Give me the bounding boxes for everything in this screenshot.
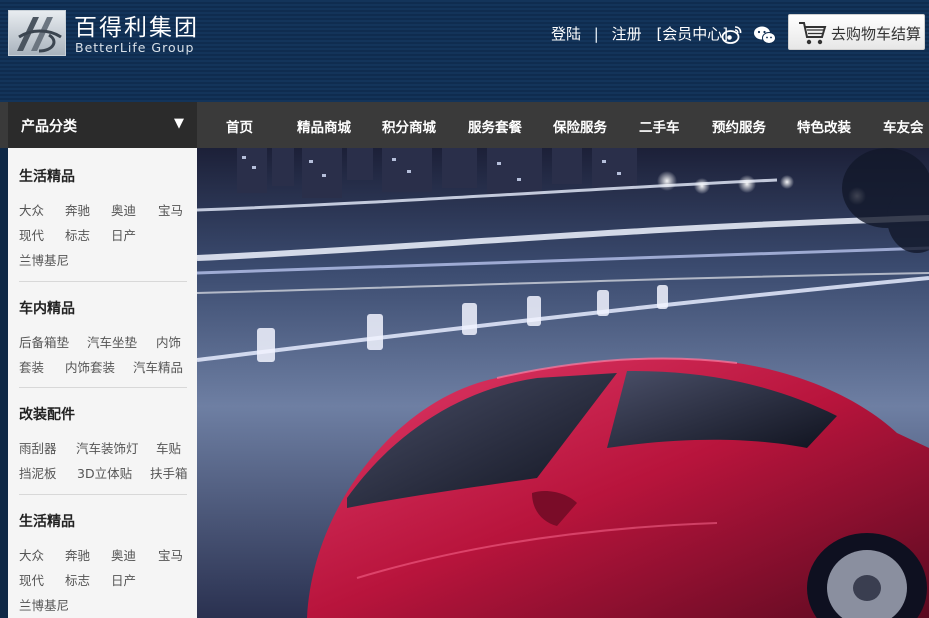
product-category-toggle[interactable]: 产品分类 ▼	[8, 102, 197, 148]
main-nav: 产品分类 ▼ 首页 精品商城 积分商城 服务套餐 保险服务 二手车 预约服务 特…	[0, 102, 929, 148]
category-link[interactable]: 大众	[19, 200, 44, 219]
hero-banner[interactable]	[197, 148, 929, 618]
cart-checkout-label: 去购物车结算	[831, 25, 922, 43]
category-link[interactable]: 宝马	[158, 545, 183, 564]
category-link[interactable]: 奔驰	[65, 545, 90, 564]
category-link[interactable]: 宝马	[158, 200, 183, 219]
category-link[interactable]: 标志	[65, 570, 90, 589]
nav-item-home[interactable]: 首页	[226, 116, 253, 136]
category-title-interior[interactable]: 车内精品	[19, 298, 75, 318]
category-link[interactable]: 汽车精品	[133, 357, 183, 376]
brand-logo[interactable]: 百得利集团 BetterLife Group	[8, 10, 197, 58]
nav-item-car-club[interactable]: 车友会	[883, 116, 924, 136]
product-category-label: 产品分类	[21, 119, 77, 135]
category-link[interactable]: 套装	[19, 357, 44, 376]
nav-item-used-cars[interactable]: 二手车	[639, 116, 680, 136]
category-title-lifestyle-2[interactable]: 生活精品	[19, 511, 75, 531]
category-sidebar: 生活精品 大众 奔驰 奥迪 宝马 现代 标志 日产 兰博基尼 车内精品 后备箱垫…	[8, 148, 197, 618]
site-header: 百得利集团 BetterLife Group 登陆 | 注册 [会员中心] 去购…	[0, 0, 929, 102]
category-title-lifestyle[interactable]: 生活精品	[19, 166, 75, 186]
wechat-icon[interactable]	[753, 24, 776, 46]
category-link[interactable]: 兰博基尼	[19, 250, 69, 269]
category-link[interactable]: 兰博基尼	[19, 595, 69, 614]
category-title-mod-parts[interactable]: 改装配件	[19, 404, 75, 424]
nav-item-boutique-mall[interactable]: 精品商城	[297, 116, 351, 136]
nav-item-custom-mods[interactable]: 特色改装	[797, 116, 851, 136]
nav-item-insurance[interactable]: 保险服务	[553, 116, 607, 136]
nav-item-appointment[interactable]: 预约服务	[712, 116, 766, 136]
category-link[interactable]: 现代	[19, 570, 44, 589]
login-link[interactable]: 登陆	[551, 23, 581, 44]
category-link[interactable]: 车贴	[156, 438, 181, 457]
category-link[interactable]: 日产	[111, 570, 136, 589]
category-divider	[19, 281, 187, 282]
dropdown-arrow-icon: ▼	[174, 116, 184, 131]
category-link[interactable]: 3D立体贴	[77, 463, 132, 482]
account-links: 登陆 | 注册 [会员中心]	[551, 23, 728, 45]
category-divider	[19, 387, 187, 388]
weibo-icon[interactable]	[721, 24, 743, 46]
cart-checkout-button[interactable]: 去购物车结算	[788, 14, 925, 50]
category-link[interactable]: 日产	[111, 225, 136, 244]
nav-item-points-mall[interactable]: 积分商城	[382, 116, 436, 136]
category-link[interactable]: 标志	[65, 225, 90, 244]
category-link[interactable]: 奥迪	[111, 545, 136, 564]
category-link[interactable]: 奥迪	[111, 200, 136, 219]
brand-name-cn: 百得利集团	[74, 15, 199, 41]
category-link[interactable]: 雨刮器	[19, 438, 57, 457]
category-link[interactable]: 扶手箱	[150, 463, 188, 482]
category-link[interactable]: 内饰	[156, 332, 181, 351]
category-link[interactable]: 汽车坐垫	[87, 332, 137, 351]
category-divider	[19, 494, 187, 495]
nav-item-service-packages[interactable]: 服务套餐	[468, 116, 522, 136]
category-link[interactable]: 奔驰	[65, 200, 90, 219]
category-link[interactable]: 内饰套装	[65, 357, 115, 376]
category-link[interactable]: 现代	[19, 225, 44, 244]
brand-name-en: BetterLife Group	[75, 40, 195, 55]
category-link[interactable]: 挡泥板	[19, 463, 57, 482]
category-link[interactable]: 后备箱垫	[19, 332, 69, 351]
link-separator: |	[593, 24, 599, 43]
member-center-link[interactable]: [会员中心]	[656, 23, 728, 44]
category-link[interactable]: 大众	[19, 545, 44, 564]
category-link[interactable]: 汽车装饰灯	[76, 438, 139, 457]
logo-mark-icon	[8, 10, 66, 56]
register-link[interactable]: 注册	[612, 23, 642, 44]
shopping-cart-icon	[797, 20, 827, 50]
